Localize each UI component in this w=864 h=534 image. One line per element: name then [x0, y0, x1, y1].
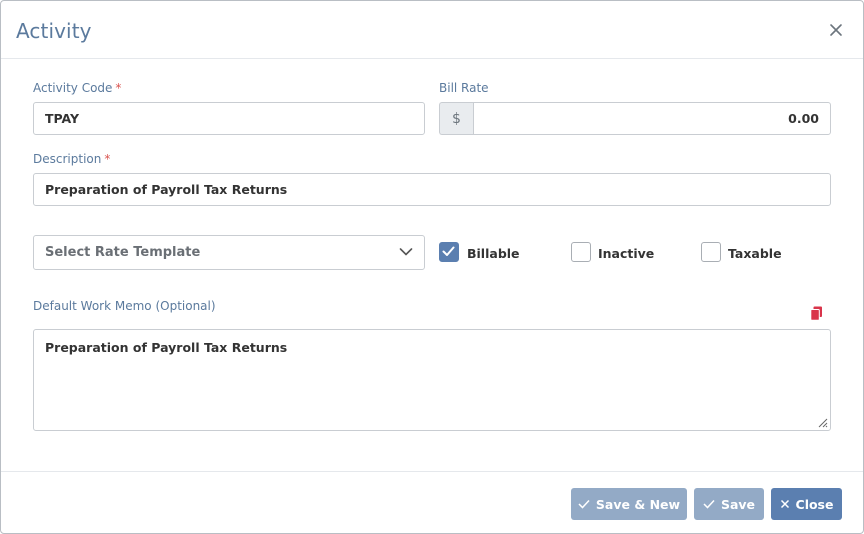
resize-handle-icon[interactable]: [816, 416, 828, 428]
billable-checkbox[interactable]: [439, 242, 459, 262]
description-input[interactable]: Preparation of Payroll Tax Returns: [33, 173, 831, 206]
footer-divider: [1, 471, 863, 472]
bill-rate-input[interactable]: 0.00: [473, 102, 831, 135]
activity-code-input[interactable]: TPAY: [33, 102, 425, 135]
check-icon: [578, 499, 590, 509]
modal-title: Activity: [16, 19, 92, 43]
close-icon[interactable]: [827, 21, 845, 39]
close-button[interactable]: Close: [771, 488, 842, 520]
billable-label[interactable]: Billable: [467, 246, 520, 261]
copy-icon[interactable]: [810, 306, 823, 321]
required-mark: *: [104, 152, 111, 166]
save-label: Save: [720, 496, 756, 512]
currency-addon: $: [439, 102, 473, 135]
modal-header: Activity: [1, 1, 863, 59]
inactive-checkbox[interactable]: [571, 242, 591, 262]
check-icon: [703, 499, 715, 509]
close-icon: [780, 499, 789, 509]
save-button[interactable]: Save: [694, 488, 764, 520]
work-memo-text: Preparation of Payroll Tax Returns: [45, 340, 288, 355]
work-memo-label: Default Work Memo (Optional): [33, 299, 216, 313]
rate-template-placeholder: Select Rate Template: [45, 245, 201, 260]
bill-rate-label: Bill Rate: [439, 81, 489, 95]
taxable-label[interactable]: Taxable: [728, 246, 782, 261]
rate-template-select[interactable]: Select Rate Template: [33, 235, 425, 270]
description-label-text: Description: [33, 152, 102, 166]
required-mark: *: [115, 81, 122, 95]
close-label: Close: [795, 496, 834, 512]
save-and-new-label: Save & New: [595, 496, 681, 512]
activity-modal: Activity Activity Code * TPAY Bill Rate $…: [0, 0, 864, 534]
check-icon: [442, 246, 455, 256]
chevron-down-icon: [399, 248, 413, 256]
inactive-label[interactable]: Inactive: [598, 246, 654, 261]
taxable-checkbox[interactable]: [701, 242, 721, 262]
description-label: Description *: [33, 152, 110, 166]
activity-code-label-text: Activity Code: [33, 81, 113, 95]
activity-code-label: Activity Code *: [33, 81, 121, 95]
save-and-new-button[interactable]: Save & New: [571, 488, 687, 520]
work-memo-textarea[interactable]: Preparation of Payroll Tax Returns: [33, 329, 831, 431]
